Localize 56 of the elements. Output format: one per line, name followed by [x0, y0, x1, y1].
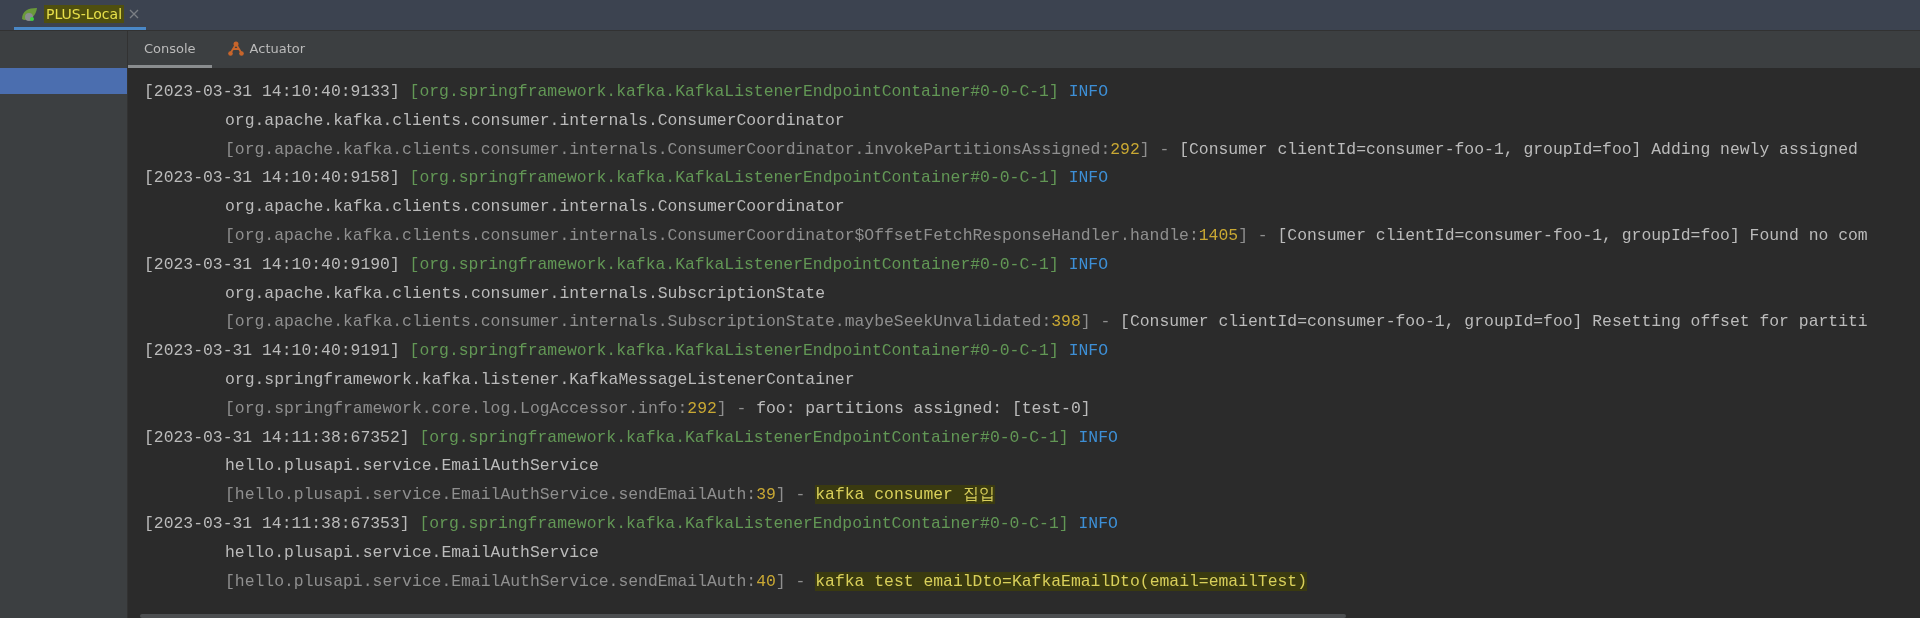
sidebar-item[interactable] [0, 68, 127, 94]
line-number: 40 [756, 571, 776, 591]
line-number: 292 [687, 398, 717, 418]
line-number: 398 [1051, 312, 1081, 332]
node-graph-icon [227, 40, 244, 56]
log-timestamp: [2023-03-31 14:10:40:9158] [144, 168, 400, 188]
log-separator: ] - [775, 571, 807, 591]
log-timestamp: [2023-03-31 14:11:38:67353] [144, 513, 410, 533]
log-separator: ] - [1238, 226, 1269, 245]
log-level: INFO [1068, 341, 1108, 361]
log-timestamp: [2023-03-31 14:10:40:9191] [144, 341, 400, 361]
log-level: INFO [1068, 82, 1108, 101]
log-message: [Consumer clientId=consumer-foo-1, groupId=foo] Adding newly assigned [1179, 139, 1858, 159]
leaf-icon [20, 5, 40, 22]
logger-name: hello.plusapi.service.EmailAuthService [225, 542, 599, 562]
line-number: 39 [756, 485, 776, 505]
log-location: [org.apache.kafka.clients.consumer.internals.SubscriptionState.maybeSeekUnvalidated: [225, 312, 1052, 332]
log-location: [org.apache.kafka.clients.consumer.internals.ConsumerCoordinator.invokePartitionsAssigned: [225, 139, 1111, 159]
log-level: INFO [1078, 427, 1118, 447]
log-separator: ] - [1139, 139, 1171, 159]
log-thread: [org.springframework.kafka.KafkaListenerEndpointContainer#0-0-C-1] [409, 168, 1059, 188]
log-location: [hello.plusapi.service.EmailAuthService.sendEmailAuth: [225, 571, 757, 591]
log-thread: [org.springframework.kafka.KafkaListenerEndpointContainer#0-0-C-1] [409, 341, 1059, 361]
log-separator: ] - [1080, 312, 1112, 332]
log-separator: ] - [716, 398, 748, 418]
logger-name: org.apache.kafka.clients.consumer.internals.ConsumerCoordinator [225, 110, 845, 130]
logger-name: org.springframework.kafka.listener.KafkaMessageListenerContainer [225, 369, 855, 389]
log-message: [Consumer clientId=consumer-foo-1, groupId=foo] Resetting offset for partiti [1120, 312, 1868, 332]
log-message: kafka test emailDto=KafkaEmailDto(email=emailTest) [815, 571, 1307, 591]
log-level: INFO [1068, 168, 1108, 188]
log-level: INFO [1078, 513, 1118, 533]
log-thread: [org.springframework.kafka.KafkaListenerEndpointContainer#0-0-C-1] [419, 513, 1069, 533]
log-timestamp: [2023-03-31 14:10:40:9133] [144, 82, 400, 101]
log-separator: ] - [775, 485, 807, 505]
log-timestamp: [2023-03-31 14:11:38:67352] [144, 427, 410, 447]
log-location: [hello.plusapi.service.EmailAuthService.sendEmailAuth: [225, 485, 757, 505]
logger-name: org.apache.kafka.clients.consumer.internals.ConsumerCoordinator [225, 197, 845, 217]
line-number: 1405 [1198, 226, 1239, 245]
close-icon[interactable] [128, 7, 140, 20]
console-tab[interactable]: Console [128, 31, 212, 68]
logger-name: org.apache.kafka.clients.consumer.internals.SubscriptionState [225, 283, 825, 303]
horizontal-scrollbar[interactable] [140, 614, 1346, 618]
log-thread: [org.springframework.kafka.KafkaListenerEndpointContainer#0-0-C-1] [409, 254, 1059, 274]
log-message: [Consumer clientId=consumer-foo-1, groupId=foo] Found no com [1277, 226, 1868, 245]
console-tab[interactable]: Actuator [211, 31, 322, 68]
log-location: [org.springframework.core.log.LogAccessor.info: [225, 398, 688, 418]
log-level: INFO [1068, 254, 1108, 274]
tab-title: PLUS-Local [44, 4, 124, 23]
log-message: kafka consumer 집입 [815, 485, 995, 505]
logger-name: hello.plusapi.service.EmailAuthService [225, 456, 599, 476]
log-timestamp: [2023-03-31 14:10:40:9190] [144, 254, 400, 274]
log-message: foo: partitions assigned: [test-0] [756, 398, 1091, 418]
log-location: [org.apache.kafka.clients.consumer.internals.ConsumerCoordinator$OffsetFetchResponseHandler.handle: [225, 226, 1199, 245]
log-thread: [org.springframework.kafka.KafkaListenerEndpointContainer#0-0-C-1] [419, 427, 1069, 447]
line-number: 292 [1110, 139, 1140, 159]
log-thread: [org.springframework.kafka.KafkaListenerEndpointContainer#0-0-C-1] [409, 82, 1059, 101]
